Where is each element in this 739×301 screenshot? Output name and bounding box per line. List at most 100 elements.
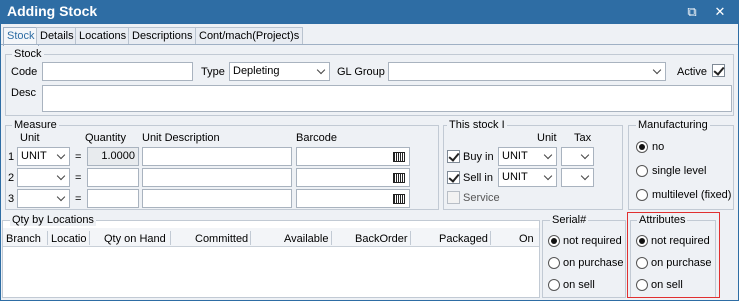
qty-col-location[interactable]: Locatio <box>51 232 86 246</box>
measure-row-number: 1 <box>8 151 15 163</box>
attributes-group-label: Attributes <box>637 214 688 226</box>
qty-by-locations-group-label: Qty by Locations <box>10 214 96 226</box>
type-value: Depleting <box>233 65 280 77</box>
buy-unit-select[interactable]: UNIT <box>498 147 557 166</box>
qty-col-packaged[interactable]: Packaged <box>439 232 488 246</box>
this-stock-tax-header: Tax <box>574 132 592 144</box>
manufacturing-multilevel-radio[interactable] <box>636 189 648 201</box>
sell-in-checkbox[interactable] <box>447 171 460 184</box>
tab-descriptions[interactable]: Descriptions <box>128 27 197 45</box>
measure-barcode-input[interactable] <box>296 189 410 208</box>
manufacturing-single-level-label: single level <box>652 165 707 177</box>
measure-unit-description-input[interactable] <box>142 168 292 187</box>
type-select[interactable]: Depleting <box>229 62 330 81</box>
sell-tax-select[interactable] <box>561 168 594 187</box>
serial-on-purchase-radio[interactable] <box>548 257 560 269</box>
measure-unit-description-input[interactable] <box>142 189 292 208</box>
equals-sign: = <box>75 193 82 205</box>
chevron-down-icon <box>652 65 662 77</box>
measure-group-label: Measure <box>12 119 59 131</box>
desc-label: Desc <box>11 87 37 99</box>
tab-locations[interactable]: Locations <box>75 27 131 45</box>
measure-unit-header: Unit <box>20 132 40 144</box>
manufacturing-group-label: Manufacturing <box>636 119 710 131</box>
measure-barcode-header: Barcode <box>296 132 337 144</box>
measure-quantity-header: Quantity <box>85 132 126 144</box>
chevron-down-icon <box>580 171 590 183</box>
chevron-down-icon <box>543 171 553 183</box>
manufacturing-no-label: no <box>652 141 665 153</box>
qty-col-backorder[interactable]: BackOrder <box>355 232 408 246</box>
chevron-down-icon <box>56 150 66 162</box>
attributes-not-required-radio[interactable] <box>636 235 648 247</box>
measure-unit-select[interactable] <box>17 189 70 208</box>
restore-window-icon[interactable]: ⧉ <box>683 4 701 20</box>
serial-on-purchase-label: on purchase <box>563 257 624 269</box>
service-checkbox[interactable] <box>447 191 460 204</box>
attributes-not-required-label: not required <box>651 235 710 247</box>
manufacturing-single-level-radio[interactable] <box>636 165 648 177</box>
buy-in-label: Buy in <box>463 151 494 163</box>
serial-on-sell-radio[interactable] <box>548 279 560 291</box>
equals-sign: = <box>75 151 82 163</box>
measure-unit-description-header: Unit Description <box>142 132 220 144</box>
desc-input[interactable] <box>42 85 732 112</box>
tab-cont-mach-projects[interactable]: Cont/mach(Project)s <box>195 27 304 45</box>
close-window-icon[interactable]: ✕ <box>711 4 729 20</box>
qty-col-available[interactable]: Available <box>284 232 328 246</box>
qty-col-on[interactable]: On <box>519 232 534 246</box>
code-input[interactable] <box>42 62 193 81</box>
column-separator <box>89 231 90 245</box>
column-separator <box>490 231 491 245</box>
sell-unit-select[interactable]: UNIT <box>498 168 557 187</box>
measure-barcode-input[interactable] <box>296 168 410 187</box>
qty-col-branch[interactable]: Branch <box>6 232 41 246</box>
column-separator <box>170 231 171 245</box>
column-separator <box>410 231 411 245</box>
attributes-on-sell-label: on sell <box>651 279 683 291</box>
code-label: Code <box>11 66 38 78</box>
qty-col-qty-on-hand[interactable]: Qty on Hand <box>104 232 166 246</box>
active-checkbox[interactable] <box>712 64 725 77</box>
chevron-down-icon <box>580 150 590 162</box>
attributes-on-purchase-radio[interactable] <box>636 257 648 269</box>
buy-in-checkbox[interactable] <box>447 150 460 163</box>
qty-col-committed[interactable]: Committed <box>195 232 248 246</box>
measure-quantity-input[interactable] <box>87 168 139 187</box>
sell-unit-value: UNIT <box>502 171 528 183</box>
barcode-icon[interactable] <box>393 173 405 183</box>
measure-unit-select[interactable] <box>17 168 70 187</box>
chevron-down-icon <box>316 65 326 77</box>
tab-details[interactable]: Details <box>36 27 78 45</box>
measure-barcode-input[interactable] <box>296 147 410 166</box>
barcode-icon[interactable] <box>393 194 405 204</box>
measure-quantity-input[interactable] <box>87 189 139 208</box>
barcode-icon[interactable] <box>393 152 405 162</box>
chevron-down-icon <box>56 171 66 183</box>
measure-unit-select[interactable]: UNIT <box>17 147 70 166</box>
manufacturing-multilevel-label: multilevel (fixed) <box>652 189 732 201</box>
serial-not-required-radio[interactable] <box>548 235 560 247</box>
window-title: Adding Stock <box>7 3 98 19</box>
measure-quantity-input[interactable]: 1.0000 <box>87 147 139 166</box>
gl-group-select[interactable] <box>388 62 666 81</box>
type-label: Type <box>201 66 225 78</box>
attributes-on-purchase-label: on purchase <box>651 257 712 269</box>
stock-group-label: Stock <box>12 48 44 60</box>
this-stock-unit-header: Unit <box>537 132 557 144</box>
measure-unit-value: UNIT <box>21 150 47 162</box>
manufacturing-no-radio[interactable] <box>636 141 648 153</box>
column-separator <box>331 231 332 245</box>
chevron-down-icon <box>543 150 553 162</box>
tab-divider <box>1 44 738 45</box>
serial-on-sell-label: on sell <box>563 279 595 291</box>
sell-in-label: Sell in <box>463 172 493 184</box>
measure-row-number: 2 <box>8 172 15 184</box>
measure-row-number: 3 <box>8 193 15 205</box>
gl-group-label: GL Group <box>337 66 385 78</box>
serial-group-label: Serial# <box>550 214 589 226</box>
buy-tax-select[interactable] <box>561 147 594 166</box>
equals-sign: = <box>75 172 82 184</box>
attributes-on-sell-radio[interactable] <box>636 279 648 291</box>
measure-unit-description-input[interactable] <box>142 147 292 166</box>
